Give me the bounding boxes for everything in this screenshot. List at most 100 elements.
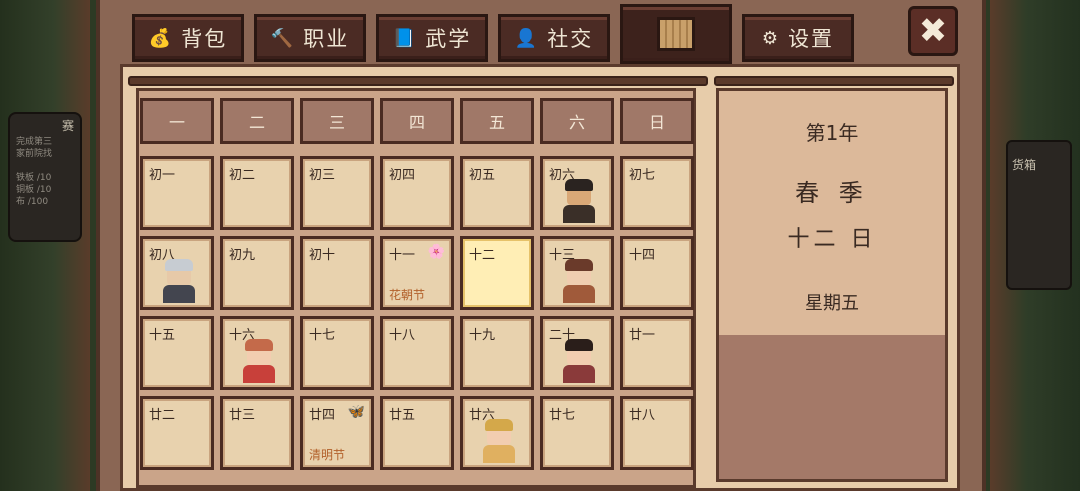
calendar-day-cell[interactable]: 初七 [620, 156, 694, 230]
day-number: 初一 [149, 168, 176, 183]
tab-person[interactable]: 👤 社交 [498, 14, 610, 62]
scroll-rod-right [714, 76, 954, 86]
calendar-day-cell[interactable]: 十六 [220, 316, 294, 390]
calendar-day-cell[interactable]: 廿六 [460, 396, 534, 470]
calendar-day-cell[interactable]: 二十 [540, 316, 614, 390]
npc-birthday-portrait-icon [561, 339, 597, 383]
tab-gear[interactable]: ⚙ 设置 [742, 14, 854, 62]
calendar-day-cell[interactable]: 十五 [140, 316, 214, 390]
day-number: 初十 [309, 248, 336, 263]
calendar-day-cell[interactable]: 初二 [220, 156, 294, 230]
quest-line: 布 /100 [16, 197, 49, 207]
calendar-day-cell[interactable]: 十九 [460, 316, 534, 390]
info-panel-lower [719, 335, 945, 479]
day-number: 十五 [149, 328, 176, 343]
day-number: 初七 [629, 168, 656, 183]
person-icon: 👤 [514, 27, 540, 49]
weekday-header: 三 [300, 98, 374, 144]
tab-calendar-scroll[interactable] [620, 4, 732, 64]
npc-birthday-portrait-icon [241, 339, 277, 383]
storage-box-label: 货箱 [1012, 158, 1037, 172]
bag-icon: 💰 [148, 27, 174, 49]
day-number: 初三 [309, 168, 336, 183]
year-label: 第1年 [805, 121, 859, 145]
festival-flower-icon: 🦋 [347, 404, 365, 420]
tab-label: 社交 [547, 27, 594, 51]
calendar-day-cell[interactable]: 初一 [140, 156, 214, 230]
season-label: 春 季 [795, 179, 869, 207]
day-number: 十九 [469, 328, 496, 343]
weekday-header: 四 [380, 98, 454, 144]
calendar-day-cell[interactable]: 廿五 [380, 396, 454, 470]
calendar-day-cell[interactable]: 初四 [380, 156, 454, 230]
quest-line: 铜板 /10 [16, 185, 52, 195]
calendar-day-cell[interactable]: 十四 [620, 236, 694, 310]
tab-label: 职业 [303, 27, 350, 51]
date-info-panel: 第1年 春 季 十二 日 星期五 [716, 88, 948, 482]
calendar-day-cell[interactable]: 初九 [220, 236, 294, 310]
weekday-header: 一 [140, 98, 214, 144]
tab-book[interactable]: 📘 武学 [376, 14, 488, 62]
calendar-day-cell[interactable]: 廿三 [220, 396, 294, 470]
quest-line: 家前院找 [16, 149, 53, 159]
quest-panel[interactable]: 赛 完成第三 家前院找 铁板 /10 铜板 /10 布 /100 [8, 112, 82, 242]
calendar-day-cell[interactable]: 十三 [540, 236, 614, 310]
day-number: 廿四 [309, 408, 336, 423]
npc-birthday-portrait-icon [561, 259, 597, 303]
day-label: 十二 日 [787, 227, 877, 252]
calendar-day-cell[interactable]: 十二 [460, 236, 534, 310]
calendar-day-cell[interactable]: 十八 [380, 316, 454, 390]
close-button[interactable]: ✖ [908, 6, 958, 56]
close-icon: ✖ [918, 11, 948, 51]
day-number: 廿八 [629, 408, 656, 423]
day-number: 廿三 [229, 408, 256, 423]
book-icon: 📘 [392, 27, 418, 49]
day-number: 初二 [229, 168, 256, 183]
tab-hammer[interactable]: 🔨 职业 [254, 14, 366, 62]
tab-label: 设置 [788, 27, 835, 51]
day-number: 十四 [629, 248, 656, 263]
tab-label: 武学 [425, 27, 472, 51]
day-number: 十二 [469, 248, 496, 263]
calendar-day-cell[interactable]: 廿七 [540, 396, 614, 470]
background-forest-left [0, 0, 90, 491]
day-number: 廿七 [549, 408, 576, 423]
calendar-day-cell[interactable]: 初五 [460, 156, 534, 230]
tab-bag[interactable]: 💰 背包 [132, 14, 244, 62]
weekday-header: 六 [540, 98, 614, 144]
festival-label: 花朝节 [389, 288, 426, 302]
day-number: 初九 [229, 248, 256, 263]
calendar-day-cell[interactable]: 初六 [540, 156, 614, 230]
weekday-label: 星期五 [805, 293, 859, 314]
quest-title: 赛 [61, 119, 74, 133]
quest-line: 完成第三 [16, 137, 53, 147]
storage-box-panel[interactable]: 货箱 [1006, 140, 1072, 290]
calendar-day-cell[interactable]: 初八 [140, 236, 214, 310]
calendar-day-cell[interactable]: 廿八 [620, 396, 694, 470]
day-number: 廿二 [149, 408, 176, 423]
gear-icon: ⚙ [761, 27, 781, 49]
npc-birthday-portrait-icon [481, 419, 517, 463]
calendar-day-cell[interactable]: 十一 🌸 花朝节 [380, 236, 454, 310]
day-number: 廿五 [389, 408, 416, 423]
npc-birthday-portrait-icon [561, 179, 597, 223]
day-number: 十七 [309, 328, 336, 343]
tab-label: 背包 [181, 27, 228, 51]
calendar-day-cell[interactable]: 初三 [300, 156, 374, 230]
calendar-day-cell[interactable]: 廿一 [620, 316, 694, 390]
weekday-header: 五 [460, 98, 534, 144]
hammer-icon: 🔨 [270, 27, 296, 49]
calendar-day-cell[interactable]: 十七 [300, 316, 374, 390]
calendar-day-cell[interactable]: 廿四 🦋 清明节 [300, 396, 374, 470]
day-number: 初五 [469, 168, 496, 183]
day-number: 十八 [389, 328, 416, 343]
festival-flower-icon: 🌸 [427, 244, 445, 260]
quest-line: 铁板 /10 [16, 173, 52, 183]
calendar-day-cell[interactable]: 廿二 [140, 396, 214, 470]
day-number: 初四 [389, 168, 416, 183]
scroll-rod-left [128, 76, 708, 86]
calendar-day-cell[interactable]: 初十 [300, 236, 374, 310]
day-number: 十一 [389, 248, 416, 263]
day-number: 廿一 [629, 328, 656, 343]
weekday-header: 二 [220, 98, 294, 144]
